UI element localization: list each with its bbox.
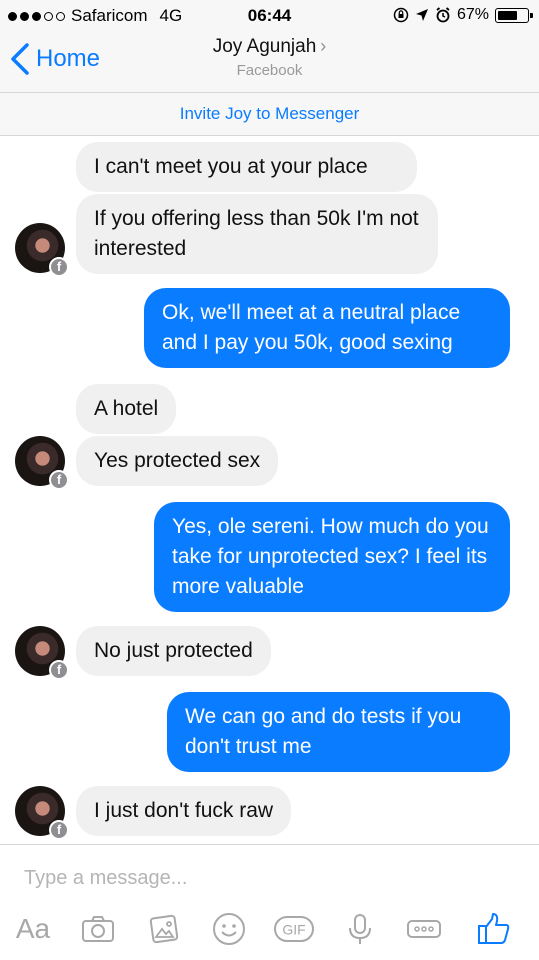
message-bubble-incoming[interactable]: If you offering less than 50k I'm not in… (76, 194, 438, 274)
battery-icon (495, 7, 533, 23)
text-format-button[interactable]: Aa (13, 909, 53, 949)
gif-icon: GIF (274, 916, 314, 942)
battery-percent: 67% (456, 6, 489, 23)
avatar[interactable]: f (15, 786, 69, 840)
message-list: I can't meet you at your place If you of… (0, 136, 539, 844)
more-icon[interactable] (404, 909, 444, 949)
chevron-right-icon: › (320, 36, 327, 56)
message-bubble-outgoing[interactable]: Yes, ole sereni. How much do you take fo… (154, 502, 510, 612)
location-arrow-icon (415, 9, 428, 21)
emoji-icon[interactable] (209, 909, 249, 949)
alarm-icon (436, 7, 450, 23)
avatar[interactable]: f (15, 436, 69, 490)
rotation-lock-icon (393, 7, 409, 23)
message-composer: Aa GIF (0, 844, 539, 960)
avatar[interactable]: f (15, 626, 69, 680)
svg-text:GIF: GIF (282, 922, 305, 938)
composer-toolbar: Aa GIF (0, 909, 539, 953)
microphone-icon[interactable] (340, 909, 380, 949)
contact-subtitle: Facebook (236, 62, 303, 79)
message-bubble-incoming[interactable]: A hotel (76, 384, 177, 434)
message-bubble-incoming[interactable]: Yes protected sex (76, 436, 279, 486)
status-right: 67% (393, 6, 533, 24)
contact-name: Joy Agunjah (212, 36, 317, 57)
message-bubble-outgoing[interactable]: We can go and do tests if you don't trus… (167, 692, 510, 772)
contact-title[interactable]: Joy Agunjah › Facebook (0, 36, 539, 79)
facebook-badge-icon: f (49, 470, 69, 490)
message-bubble-incoming[interactable]: I just don't fuck raw (76, 786, 292, 836)
gallery-icon[interactable] (144, 909, 184, 949)
camera-icon[interactable] (78, 909, 118, 949)
avatar[interactable]: f (15, 223, 69, 277)
message-bubble-incoming[interactable]: I can't meet you at your place (76, 142, 417, 192)
message-bubble-incoming[interactable]: No just protected (76, 626, 271, 676)
status-bar: Safaricom 4G 06:44 67% (0, 0, 539, 32)
message-input[interactable] (24, 863, 504, 893)
gif-button[interactable]: GIF (273, 909, 315, 949)
conversation-header: Home Joy Agunjah › Facebook (0, 32, 539, 92)
facebook-badge-icon: f (49, 820, 69, 840)
thumbs-up-icon[interactable] (474, 909, 514, 949)
message-bubble-outgoing[interactable]: Ok, we'll meet at a neutral place and I … (144, 288, 510, 368)
invite-to-messenger-link[interactable]: Invite Joy to Messenger (0, 92, 539, 136)
facebook-badge-icon: f (49, 257, 69, 277)
facebook-badge-icon: f (49, 660, 69, 680)
